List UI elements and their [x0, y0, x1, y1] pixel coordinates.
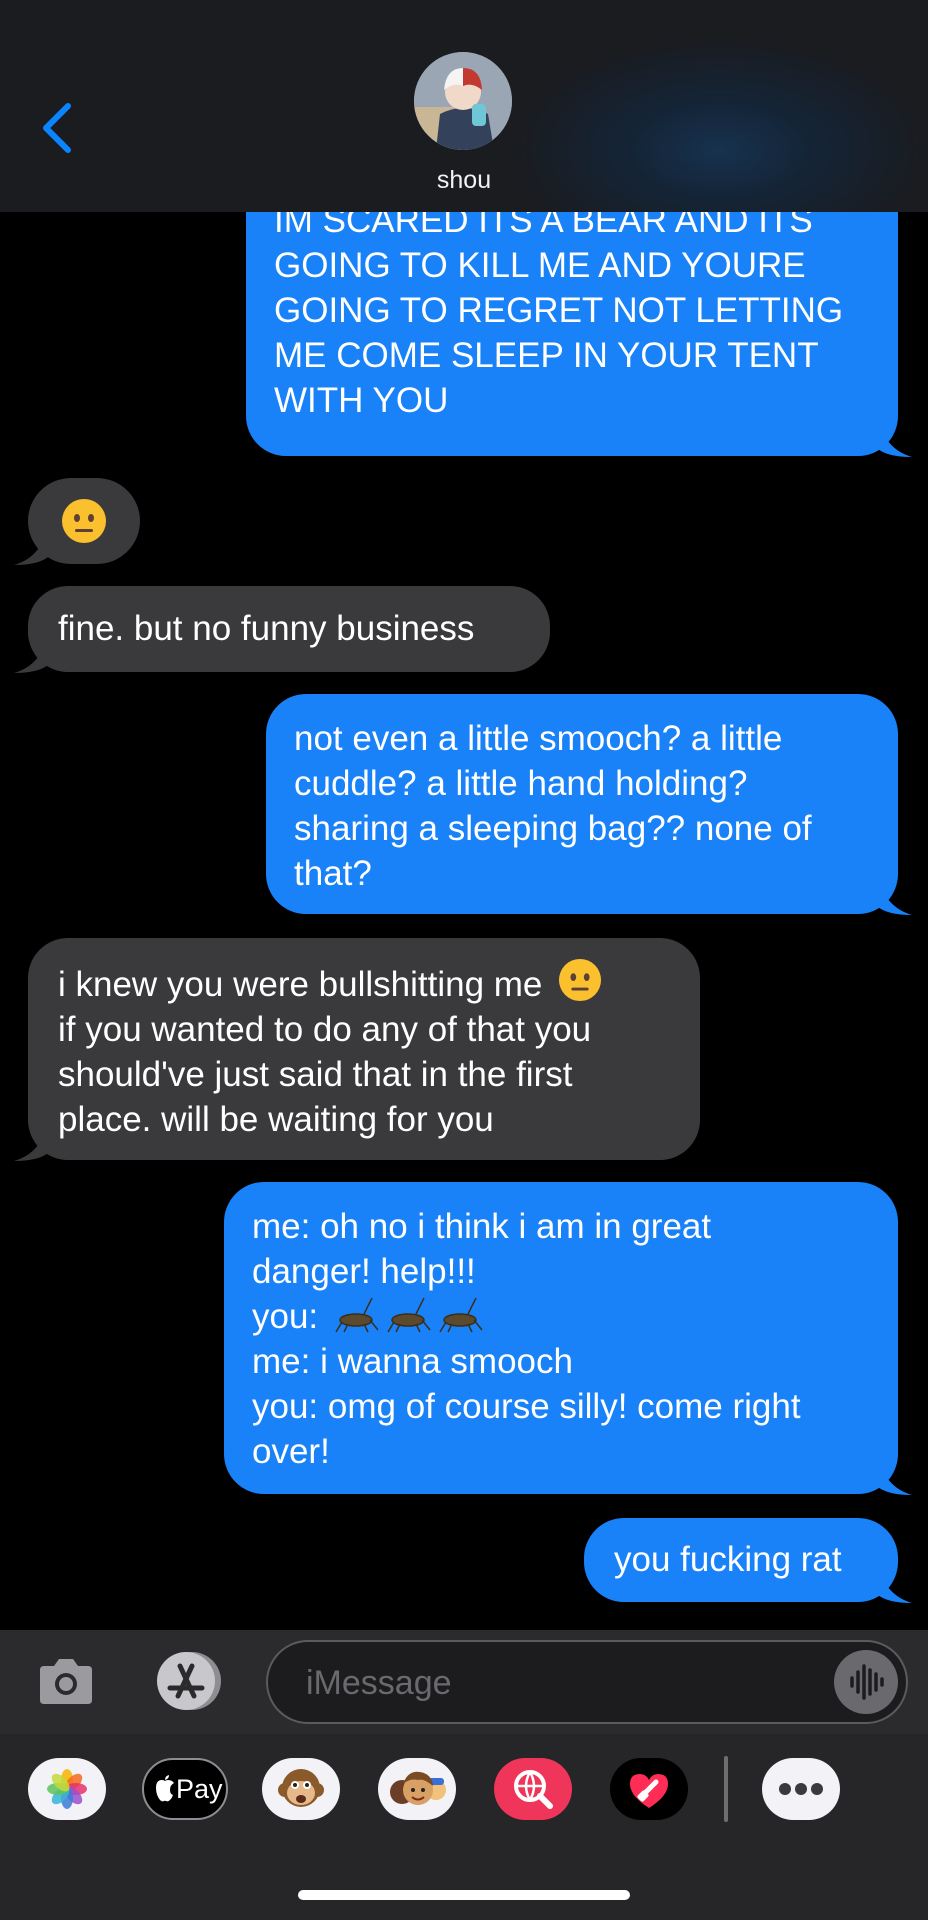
sent-message-bubble[interactable]: IM SCARED ITS A BEAR AND ITS GOING TO KI…	[246, 170, 912, 457]
heart-touch-icon	[630, 1774, 668, 1808]
bubble-tail	[14, 633, 48, 673]
message-line: danger! help!!!	[252, 1252, 476, 1291]
bubble-tail	[878, 1455, 912, 1495]
imessage-input[interactable]: iMessage	[266, 1640, 908, 1724]
cricket-emoji-icon	[335, 1297, 483, 1333]
photos-icon	[47, 1769, 87, 1809]
message-line: me: i wanna smooch	[252, 1342, 573, 1381]
message-text: not even a little smooch? a little cuddl…	[294, 719, 812, 893]
back-chevron-icon[interactable]	[38, 100, 78, 156]
message-text-rest: if you wanted to do any of that you shou…	[58, 1010, 592, 1139]
message-text: you fucking rat	[614, 1540, 842, 1579]
globe-search-icon	[514, 1770, 553, 1809]
sent-message-bubble[interactable]: not even a little smooch? a little cuddl…	[266, 694, 912, 915]
message-line: you:	[252, 1297, 319, 1336]
message-text-line1: i knew you were bullshitting me	[58, 965, 543, 1004]
camera-icon[interactable]	[36, 1656, 96, 1708]
waveform-icon	[850, 1664, 884, 1700]
digital-touch-button[interactable]	[610, 1758, 688, 1820]
message-line: me: oh no i think i am in great	[252, 1207, 712, 1246]
animoji-button[interactable]	[262, 1758, 340, 1820]
message-line: you: omg of course silly! come right	[252, 1387, 801, 1426]
compose-bar: iMessage	[0, 1630, 928, 1734]
contact-name[interactable]: shou	[0, 166, 928, 195]
neutral-face-emoji-icon	[559, 958, 602, 1002]
input-placeholder: iMessage	[306, 1664, 452, 1702]
bubble-tail	[14, 1121, 48, 1161]
message-text: i knew you were bullshitting me	[58, 958, 672, 1007]
app-drawer: Pay	[0, 1734, 928, 1920]
message-text: fine. but no funny business	[58, 609, 475, 648]
bubble-tail	[14, 525, 48, 565]
message-line: over!	[252, 1432, 330, 1471]
memoji-stickers-button[interactable]	[378, 1758, 456, 1820]
message-line-with-emoji: you:	[252, 1294, 870, 1339]
received-message-bubble[interactable]: i knew you were bullshitting me if you w…	[14, 938, 700, 1161]
monkey-memoji-icon	[278, 1769, 324, 1807]
conversation-header: shou	[0, 0, 928, 212]
photos-app-button[interactable]	[28, 1758, 106, 1820]
received-emoji-bubble[interactable]	[14, 478, 140, 565]
received-message-bubble[interactable]: fine. but no funny business	[14, 586, 550, 673]
neutral-face-emoji-icon	[62, 499, 106, 543]
message-text: IM SCARED ITS A BEAR AND ITS GOING TO KI…	[274, 201, 844, 420]
drawer-divider	[724, 1756, 728, 1822]
bubble-tail	[878, 417, 912, 457]
home-indicator[interactable]	[298, 1890, 630, 1900]
app-store-icon[interactable]	[148, 1648, 228, 1714]
more-apps-button[interactable]	[762, 1758, 840, 1820]
bubble-tail	[878, 875, 912, 915]
memoji-stickers-icon	[390, 1771, 446, 1805]
avatar-image	[414, 52, 512, 150]
more-icon	[779, 1783, 823, 1795]
sent-message-bubble[interactable]: me: oh no i think i am in great danger! …	[224, 1182, 912, 1495]
image-search-button[interactable]	[494, 1758, 572, 1820]
contact-avatar[interactable]	[414, 52, 512, 150]
audio-message-button[interactable]	[834, 1650, 898, 1714]
apple-pay-button[interactable]: Pay	[142, 1758, 228, 1820]
sent-message-bubble[interactable]: you fucking rat	[584, 1518, 912, 1603]
apple-logo-icon	[156, 1775, 174, 1802]
bubble-tail	[878, 1563, 912, 1603]
apple-pay-label: Pay	[176, 1774, 223, 1804]
